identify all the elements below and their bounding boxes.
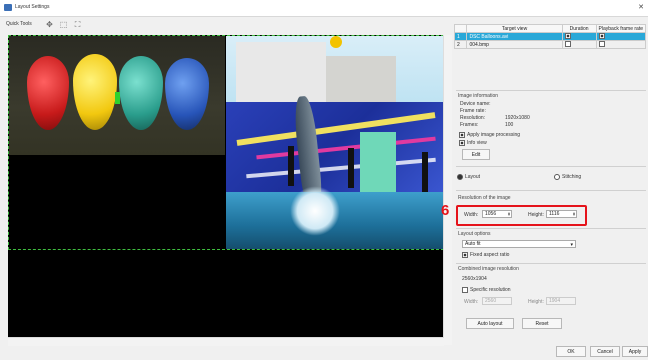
- quick-tools-label: Quick Tools: [6, 21, 32, 27]
- cancel-button[interactable]: Cancel: [590, 346, 620, 357]
- horizontal-scrollbar[interactable]: [8, 337, 444, 346]
- fixed-aspect-label: Fixed aspect ratio: [470, 252, 510, 258]
- table-row[interactable]: 2 004.bmp: [453, 40, 647, 49]
- info-view-option[interactable]: Info view: [459, 140, 487, 146]
- frame-rate-label: Frame rate:: [460, 108, 486, 114]
- col-header-framerate[interactable]: Playback frame rate: [595, 24, 647, 33]
- app-icon: [4, 4, 12, 11]
- framerate-checkbox[interactable]: [598, 41, 605, 48]
- height-label: Height:: [528, 212, 544, 218]
- row-name[interactable]: DSC Balloons.avi: [466, 32, 563, 41]
- table-row[interactable]: 1 DSC Balloons.avi: [453, 32, 647, 41]
- height-input[interactable]: 1116 ▴ ▾: [546, 210, 577, 218]
- layout-select-value: Auto fit: [465, 241, 481, 247]
- frames-label: Frames:: [460, 122, 479, 128]
- ok-button[interactable]: OK: [556, 346, 586, 357]
- duration-checkbox[interactable]: [564, 33, 571, 40]
- specific-resolution-checkbox[interactable]: [462, 287, 468, 293]
- combined-height-label: Height:: [528, 299, 544, 305]
- combined-height-input[interactable]: 1904: [546, 297, 576, 305]
- divider: [456, 228, 646, 229]
- image-info-heading: Image information: [458, 93, 499, 99]
- target-view-table: Target view Duration Playback frame rate…: [453, 24, 647, 49]
- combined-width-label: Width:: [464, 299, 479, 305]
- pointer-icon[interactable]: ⬚: [58, 19, 69, 30]
- fixed-aspect-option[interactable]: Fixed aspect ratio: [462, 252, 509, 258]
- window-title: Layout Settings: [15, 4, 50, 10]
- specific-resolution-option[interactable]: Specific resolution: [462, 287, 511, 293]
- layout-select[interactable]: Auto fit ▾: [462, 240, 576, 248]
- fit-icon[interactable]: ⛶: [72, 19, 83, 30]
- divider: [456, 166, 646, 167]
- width-input[interactable]: 1056 ▴ ▾: [482, 210, 512, 218]
- resolution-label: Resolution:: [460, 115, 486, 121]
- height-value: 1116: [549, 211, 560, 217]
- combined-height-value: 1904: [549, 298, 561, 304]
- row-number: 1: [453, 32, 468, 41]
- info-view-checkbox[interactable]: [459, 140, 465, 146]
- combined-heading: Combined image resolution: [458, 266, 519, 272]
- row-name[interactable]: 004.bmp: [466, 40, 563, 49]
- divider: [456, 263, 646, 264]
- width-spinner-icon[interactable]: ▴ ▾: [508, 211, 510, 217]
- layout-options-heading: Layout options: [458, 231, 491, 237]
- divider: [456, 190, 646, 191]
- col-header-target[interactable]: Target view: [466, 24, 563, 33]
- layout-pane-border: [8, 35, 444, 250]
- combined-width-input[interactable]: 2560: [482, 297, 512, 305]
- width-value: 1056: [485, 211, 497, 217]
- move-icon[interactable]: ✥: [44, 19, 55, 30]
- apply-processing-checkbox[interactable]: [459, 132, 465, 138]
- apply-processing-option[interactable]: Apply image processing: [459, 132, 520, 138]
- duration-checkbox[interactable]: [564, 41, 571, 48]
- col-header-index: [453, 24, 468, 33]
- stitching-mode-label: Stitching: [562, 174, 582, 180]
- info-view-label: Info view: [467, 140, 487, 146]
- resolution-value: 1920x1080: [505, 115, 530, 121]
- stitching-radio[interactable]: [554, 174, 560, 180]
- resolution-heading: Resolution of the image: [458, 195, 511, 201]
- step-callout-number: 6: [441, 202, 450, 219]
- framerate-checkbox[interactable]: [598, 33, 605, 40]
- specific-resolution-label: Specific resolution: [470, 287, 511, 293]
- chevron-down-icon[interactable]: ▾: [570, 242, 573, 248]
- layout-mode-option[interactable]: Layout: [457, 174, 480, 180]
- edit-button[interactable]: Edit: [462, 149, 490, 160]
- height-spinner-icon[interactable]: ▴ ▾: [573, 211, 575, 217]
- combined-value: 2560x1904: [462, 276, 487, 282]
- layout-mode-label: Layout: [465, 174, 481, 180]
- vertical-scrollbar[interactable]: [443, 35, 452, 345]
- row-number: 2: [453, 40, 468, 49]
- width-label: Width:: [464, 212, 479, 218]
- col-header-duration[interactable]: Duration: [561, 24, 597, 33]
- device-name-label: Device name:: [460, 101, 491, 107]
- divider: [456, 90, 646, 91]
- fixed-aspect-checkbox[interactable]: [462, 252, 468, 258]
- apply-button[interactable]: Apply: [622, 346, 648, 357]
- stitching-mode-option[interactable]: Stitching: [554, 174, 581, 180]
- layout-radio[interactable]: [457, 174, 463, 180]
- frames-value: 100: [505, 122, 514, 128]
- title-bar: Layout Settings ✕: [0, 0, 648, 17]
- auto-layout-button[interactable]: Auto layout: [466, 318, 514, 329]
- close-icon[interactable]: ✕: [638, 3, 644, 11]
- reset-button[interactable]: Reset: [522, 318, 562, 329]
- combined-width-value: 2560: [485, 298, 497, 304]
- apply-processing-label: Apply image processing: [467, 132, 521, 138]
